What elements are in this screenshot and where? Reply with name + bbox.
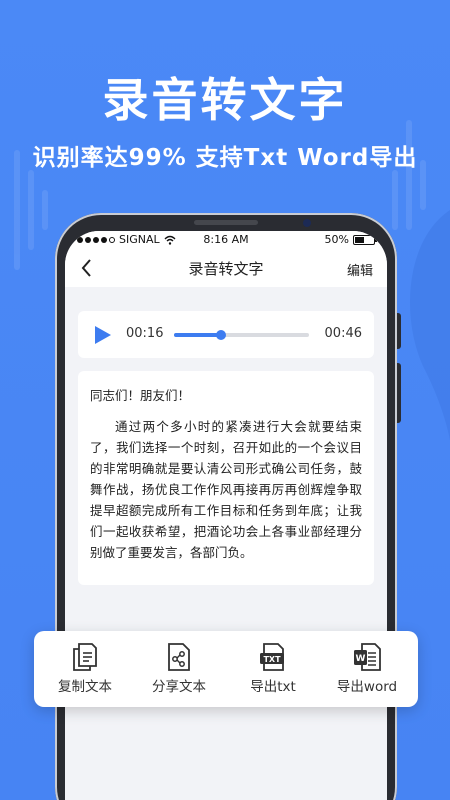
- nav-bar: 录音转文字 编辑: [65, 249, 387, 287]
- action-label: 导出txt: [250, 679, 296, 695]
- current-time: 00:16: [126, 326, 164, 341]
- progress-slider[interactable]: [174, 330, 309, 340]
- share-text-button[interactable]: 分享文本: [133, 643, 225, 695]
- audio-player: 00:16 00:46: [78, 311, 374, 358]
- status-right: 50%: [324, 233, 377, 246]
- transcript-card: 同志们！朋友们！ 通过两个多小时的紧凑进行大会就要结束了，我们选择一个时刻，召开…: [78, 371, 374, 585]
- action-label: 复制文本: [58, 679, 112, 695]
- export-word-button[interactable]: W 导出word: [321, 643, 413, 695]
- svg-text:TXT: TXT: [263, 655, 281, 664]
- promo-title: 录音转文字: [102, 73, 348, 127]
- word-file-icon: W: [354, 643, 381, 671]
- phone-camera: [303, 219, 311, 227]
- phone-side-button: [397, 363, 401, 423]
- promo-subtitle: 识别率达99% 支持Txt Word导出: [32, 145, 418, 171]
- svg-text:W: W: [356, 654, 366, 664]
- export-txt-button[interactable]: TXT 导出txt: [227, 643, 319, 695]
- app-screen: SIGNAL 8:16 AM 50% 录音转文字 编辑 00:16 00:46: [65, 231, 387, 800]
- transcript-body: 通过两个多小时的紧凑进行大会就要结束了，我们选择一个时刻，召开如此的一个会议目的…: [90, 419, 362, 560]
- edit-button[interactable]: 编辑: [347, 260, 373, 279]
- txt-file-icon: TXT: [260, 643, 284, 671]
- battery-percent: 50%: [324, 233, 349, 246]
- action-label: 分享文本: [152, 679, 206, 695]
- total-time: 00:46: [324, 326, 362, 341]
- action-panel: 复制文本 分享文本 TXT 导出txt W 导出word: [34, 631, 418, 707]
- battery-icon: [353, 234, 377, 245]
- page-title: 录音转文字: [188, 260, 264, 278]
- phone-side-button: [397, 313, 401, 349]
- transcript-greeting: 同志们！朋友们！: [90, 388, 191, 403]
- copy-text-button[interactable]: 复制文本: [39, 643, 131, 695]
- progress-knob[interactable]: [216, 330, 227, 340]
- phone-frame: SIGNAL 8:16 AM 50% 录音转文字 编辑 00:16 00:46: [55, 213, 401, 800]
- copy-document-icon: [73, 643, 97, 671]
- play-icon[interactable]: [94, 325, 112, 345]
- share-document-icon: [168, 643, 190, 671]
- action-label: 导出word: [336, 679, 398, 695]
- status-bar: SIGNAL 8:16 AM 50%: [65, 231, 387, 249]
- phone-speaker: [194, 220, 258, 225]
- progress-fill: [174, 333, 222, 337]
